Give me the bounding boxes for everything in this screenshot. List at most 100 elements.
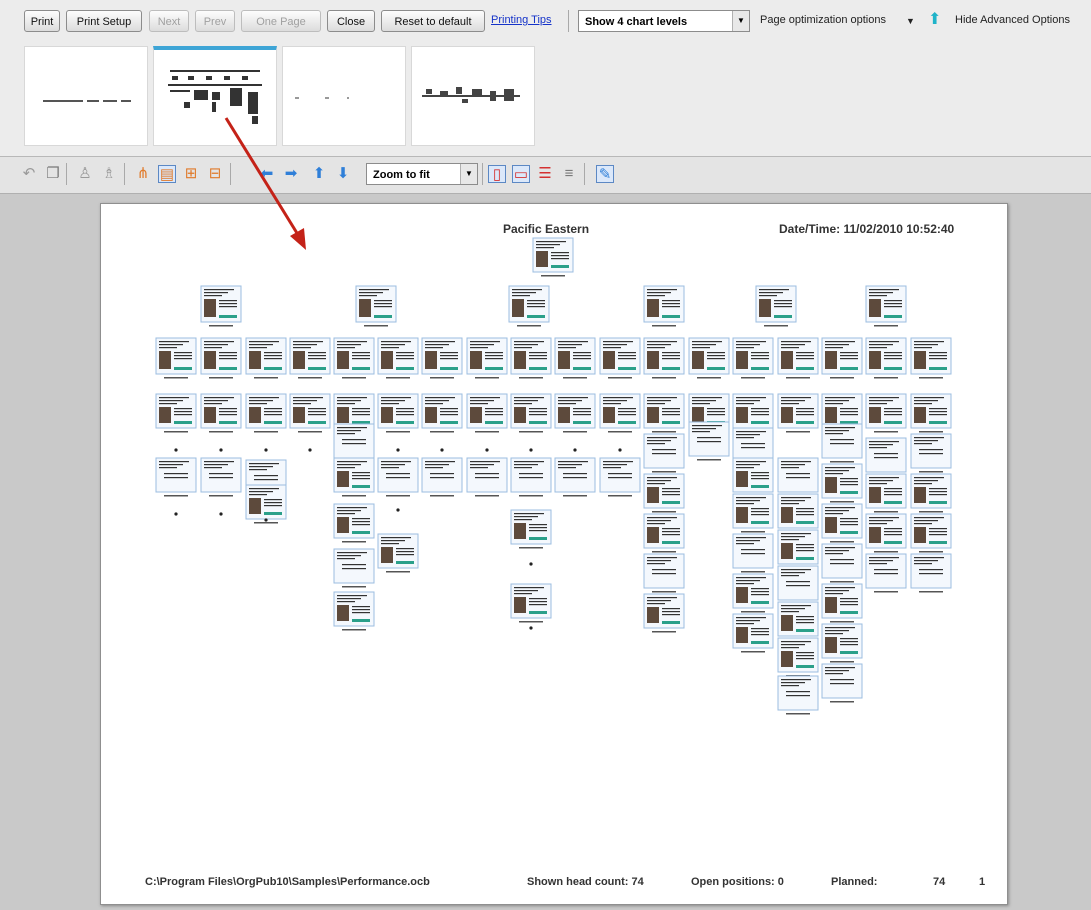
org-chart-head-card xyxy=(643,285,685,327)
portrait-icon[interactable]: ▯ xyxy=(488,165,506,183)
org-chart-card xyxy=(910,553,952,593)
chart-levels-value: Show 4 chart levels xyxy=(585,16,688,28)
org-chart-head-card xyxy=(865,285,907,327)
view-toolbar: ↶ ❐ ♙ ♗ ⋔ ▤ ⊞ ⊟ ⬅ ➡ ⬆ ⬇ Zoom to fit ▼ ▯ ▭… xyxy=(0,157,1091,194)
landscape-icon[interactable]: ▭ xyxy=(512,165,530,183)
org-chart-card xyxy=(333,503,375,543)
zoom-select[interactable]: Zoom to fit ▼ xyxy=(366,163,478,185)
org-chart-card xyxy=(200,393,242,433)
printing-tips-link[interactable]: Printing Tips xyxy=(491,14,552,26)
print-button[interactable]: Print xyxy=(24,10,60,32)
org-chart-card xyxy=(466,457,508,497)
page-number: 1 xyxy=(979,876,986,888)
org-chart-card xyxy=(865,473,907,513)
org-chart-card xyxy=(377,337,419,379)
org-chart-card xyxy=(732,533,774,573)
chevron-down-icon[interactable]: ▼ xyxy=(732,11,749,31)
toolbar-separator xyxy=(584,163,585,185)
org-chart-card xyxy=(865,437,907,477)
org-chart-card xyxy=(245,337,287,379)
thumbnail-preview-3 xyxy=(295,97,349,99)
page-break-icon[interactable]: ☰ xyxy=(536,165,554,183)
org-chart-card xyxy=(333,548,375,588)
org-chart-card xyxy=(510,393,552,433)
list-icon[interactable]: ≡ xyxy=(560,165,578,183)
org-chart-card xyxy=(200,337,242,379)
org-chart-card xyxy=(643,593,685,633)
org-chart-card xyxy=(289,337,331,379)
page-thumbnail-3[interactable] xyxy=(282,46,406,146)
hide-advanced-options[interactable]: Hide Advanced Options xyxy=(955,14,1070,26)
org-chart-card xyxy=(377,533,419,573)
org-chart-card xyxy=(732,337,774,379)
undo-icon[interactable]: ↶ xyxy=(20,165,38,183)
page-thumbnail-2[interactable] xyxy=(153,46,277,146)
org-chart-card xyxy=(777,529,819,569)
org-chart-card xyxy=(333,337,375,379)
org-chart-card xyxy=(245,393,287,433)
toolbar-separator xyxy=(482,163,483,185)
org-chart-card xyxy=(688,337,730,379)
print-setup-button[interactable]: Print Setup xyxy=(66,10,142,32)
org-layout-icon[interactable]: ⊞ xyxy=(182,165,200,183)
org-chart-card xyxy=(155,393,197,433)
arrow-down-icon[interactable]: ⬇ xyxy=(334,165,352,183)
arrow-left-icon[interactable]: ⬅ xyxy=(258,165,276,183)
page-optimization-options[interactable]: Page optimization options xyxy=(760,14,886,26)
file-path: C:\Program Files\OrgPub10\Samples\Perfor… xyxy=(145,876,430,888)
toolbar-separator xyxy=(230,163,231,185)
planned-value: 74 xyxy=(933,876,946,888)
org-chart-card xyxy=(865,337,907,379)
copy-icon[interactable]: ❐ xyxy=(44,165,62,183)
org-chart-card xyxy=(777,457,819,497)
org-chart-card xyxy=(333,457,375,497)
arrow-right-icon[interactable]: ➡ xyxy=(282,165,300,183)
arrow-up-icon[interactable]: ⬆ xyxy=(310,165,328,183)
one-page-button[interactable]: One Page xyxy=(241,10,321,32)
org-chart-card xyxy=(777,637,819,677)
hierarchy-icon[interactable]: ⋔ xyxy=(134,165,152,183)
org-chart-card xyxy=(777,565,819,605)
person-alt-icon[interactable]: ♗ xyxy=(100,165,118,183)
org-chart-card xyxy=(865,553,907,593)
page-thumbnail-1[interactable] xyxy=(24,46,148,146)
org-chart-card xyxy=(554,457,596,497)
reset-to-default-button[interactable]: Reset to default xyxy=(381,10,485,32)
close-button[interactable]: Close xyxy=(327,10,375,32)
org-chart-card xyxy=(599,393,641,433)
person-icon[interactable]: ♙ xyxy=(76,165,94,183)
vertical-layout-icon[interactable]: ▤ xyxy=(158,165,176,183)
org-chart-card xyxy=(777,493,819,533)
org-chart-card xyxy=(777,601,819,641)
org-chart-card xyxy=(865,513,907,553)
org-chart-card xyxy=(777,675,819,715)
org-chart-card xyxy=(732,393,774,433)
org-chart-card xyxy=(599,337,641,379)
org-chart-card xyxy=(421,337,463,379)
chart-levels-select[interactable]: Show 4 chart levels ▼ xyxy=(578,10,750,32)
org-chart-card xyxy=(910,473,952,513)
arrow-up-icon[interactable]: ⬆ xyxy=(928,9,941,29)
org-chart-card xyxy=(200,457,242,497)
org-chart-head-card xyxy=(355,285,397,327)
org-chart-card xyxy=(821,463,863,503)
org-chart-card xyxy=(821,543,863,583)
page-thumbnail-4[interactable] xyxy=(411,46,535,146)
thumbnail-preview-1 xyxy=(43,100,131,102)
org-chart-card xyxy=(510,337,552,379)
org-chart-card xyxy=(333,423,375,463)
org-chart-card xyxy=(910,393,952,433)
org-chart-card xyxy=(688,421,730,461)
page-optimization-dropdown-icon[interactable]: ▼ xyxy=(906,16,915,26)
toolbar-separator xyxy=(568,10,569,32)
planned-label: Planned: xyxy=(831,876,878,888)
org-chart-head-card xyxy=(508,285,550,327)
org-chart-card xyxy=(377,457,419,497)
org-layout-alt-icon[interactable]: ⊟ xyxy=(206,165,224,183)
chevron-down-icon[interactable]: ▼ xyxy=(460,164,477,184)
prev-button[interactable]: Prev xyxy=(195,10,235,32)
org-chart-card xyxy=(910,337,952,379)
zoom-value: Zoom to fit xyxy=(373,169,430,181)
next-button[interactable]: Next xyxy=(149,10,189,32)
settings-icon[interactable]: ✎ xyxy=(596,165,614,183)
